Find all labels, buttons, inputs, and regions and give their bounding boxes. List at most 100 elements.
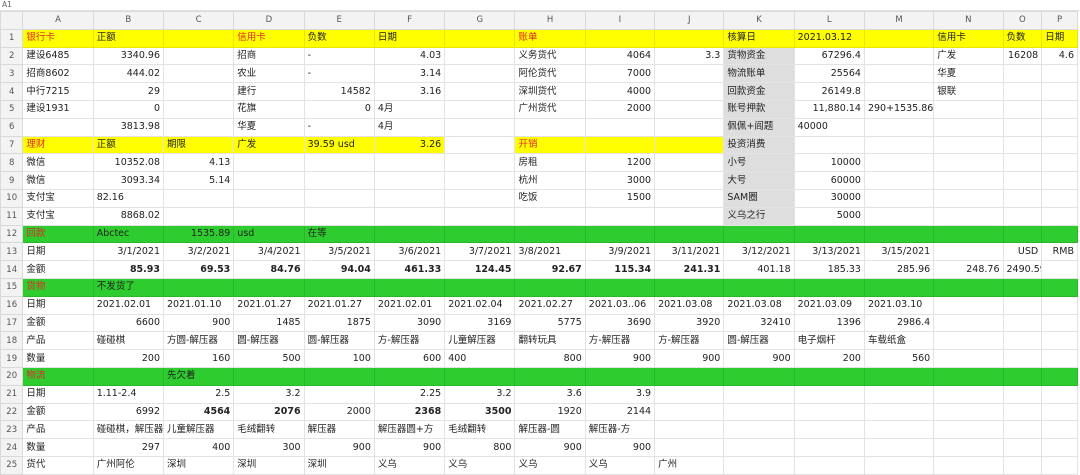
cell-d4[interactable]: 建行 [233,82,305,101]
cell-j13[interactable]: 3/11/2021 [654,242,725,262]
cell-f1[interactable]: 日期 [373,28,446,48]
cell-c1[interactable] [162,28,235,48]
cell-k15[interactable] [723,277,795,297]
cell-k7[interactable]: 投资消费 [723,135,795,155]
cell-d11[interactable] [233,206,305,226]
cell-a9[interactable]: 微信 [22,171,94,190]
cell-c5[interactable] [162,99,235,119]
cell-h12[interactable] [514,224,586,244]
cell-g11[interactable] [444,206,516,226]
cell-i1[interactable] [584,28,656,48]
cell-k17[interactable]: 32410 [723,313,795,333]
cell-b12[interactable]: Abctec [92,224,165,244]
cell-d23[interactable]: 毛绒翻转 [233,420,305,440]
cell-l3[interactable]: 25564 [793,64,865,84]
cell-m8[interactable] [863,153,935,173]
cell-g12[interactable] [444,224,516,244]
cell-p8[interactable] [1041,153,1078,173]
cell-h22[interactable]: 1920 [514,402,586,422]
cell-c21[interactable]: 2.5 [162,384,235,404]
cell-b16[interactable]: 2021.02.01 [92,295,165,315]
cell-h8[interactable]: 房租 [514,153,586,173]
row-header[interactable]: 21 [0,384,24,404]
cell-m22[interactable] [863,402,935,422]
cell-m10[interactable] [863,188,935,208]
cell-b21[interactable]: 1.11-2.4 [92,384,165,404]
cell-j7[interactable] [654,135,725,155]
cell-n18[interactable] [933,331,1004,351]
column-header-g[interactable]: G [444,11,516,30]
cell-m21[interactable] [863,384,935,404]
cell-k20[interactable] [723,366,795,386]
cell-p20[interactable] [1041,366,1078,386]
cell-m17[interactable]: 2986.4 [863,313,935,333]
cell-f24[interactable]: 900 [373,438,446,457]
cell-n7[interactable] [933,135,1004,155]
cell-p3[interactable] [1041,64,1078,84]
cell-m18[interactable]: 车载纸盒 [863,331,935,351]
cell-e19[interactable]: 100 [303,349,375,368]
cell-o8[interactable] [1002,153,1043,173]
cell-f15[interactable] [373,277,446,297]
cell-b23[interactable]: 碰碰棋，解压器 [92,420,165,440]
cell-o17[interactable] [1002,313,1043,333]
column-header-o[interactable]: O [1002,11,1043,30]
cell-j1[interactable] [654,28,725,48]
cell-i21[interactable]: 3.9 [584,384,656,404]
cell-b6[interactable]: 3813.98 [92,117,165,137]
cell-l6[interactable]: 40000 [793,117,865,137]
cell-b7[interactable]: 正额 [92,135,165,155]
cell-c20[interactable]: 先欠着 [162,366,235,386]
cell-h6[interactable] [514,117,586,137]
cell-j8[interactable] [654,153,725,173]
cell-k16[interactable]: 2021.03.08 [723,295,795,315]
cell-o4[interactable] [1002,82,1043,101]
cell-c9[interactable]: 5.14 [162,171,235,190]
cell-k12[interactable] [723,224,795,244]
cell-h7[interactable]: 开销 [514,135,586,155]
cell-n3[interactable]: 华夏 [933,64,1004,84]
cell-d9[interactable] [233,171,305,190]
cell-d3[interactable]: 农业 [233,64,305,84]
cell-d2[interactable]: 招商 [233,46,305,66]
cell-l10[interactable]: 30000 [793,188,865,208]
cell-b5[interactable]: 0 [92,99,165,119]
cell-h24[interactable]: 900 [514,438,586,457]
formula-bar[interactable]: A1 [0,0,1080,11]
cell-e20[interactable] [303,366,375,386]
cell-j16[interactable]: 2021.03.08 [654,295,725,315]
cell-d5[interactable]: 花旗 [233,99,305,119]
cell-i22[interactable]: 2144 [584,402,656,422]
cell-i4[interactable]: 4000 [584,82,656,101]
cell-a22[interactable]: 金额 [22,402,94,422]
cell-a17[interactable]: 金额 [22,313,94,333]
cell-j5[interactable] [654,99,725,119]
cell-e3[interactable]: - [303,64,375,84]
cell-b1[interactable]: 正额 [92,28,165,48]
column-header-p[interactable]: P [1041,11,1078,30]
cell-j17[interactable]: 3920 [654,313,725,333]
cell-m4[interactable] [863,82,935,101]
cell-g18[interactable]: 儿童解压器 [444,331,516,351]
cell-n21[interactable] [933,384,1004,404]
cell-o7[interactable] [1002,135,1043,155]
cell-h11[interactable] [514,206,586,226]
cell-e24[interactable]: 900 [303,438,375,457]
cell-o23[interactable] [1002,420,1043,440]
row-header[interactable]: 6 [0,117,24,137]
cell-p5[interactable] [1041,99,1078,119]
cell-m1[interactable] [863,28,935,48]
cell-d10[interactable] [233,188,305,208]
row-header[interactable]: 1 [0,28,24,48]
cell-n12[interactable] [933,224,1004,244]
cell-a18[interactable]: 产品 [22,331,94,351]
column-header-c[interactable]: C [162,11,235,30]
cell-e1[interactable]: 负数 [303,28,375,48]
cell-n14[interactable]: 248.76 [933,260,1004,279]
cell-j11[interactable] [654,206,725,226]
cell-p6[interactable] [1041,117,1078,137]
cell-n10[interactable] [933,188,1004,208]
cell-i10[interactable]: 1500 [584,188,656,208]
cell-m9[interactable] [863,171,935,190]
cell-k9[interactable]: 大号 [723,171,795,190]
